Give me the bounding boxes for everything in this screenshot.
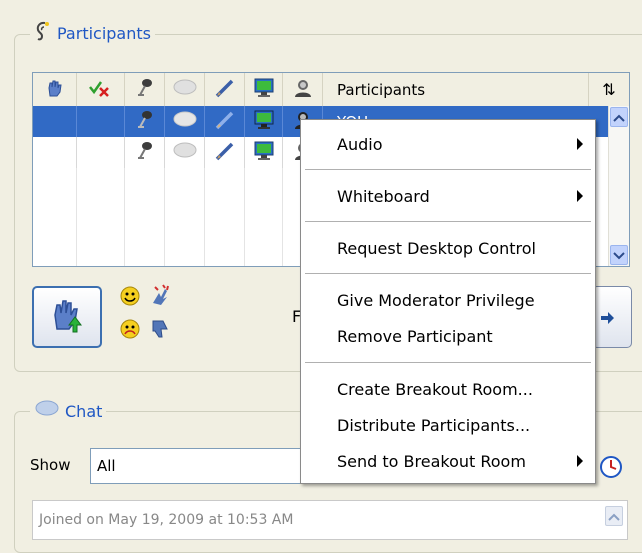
chevron-up-icon: [608, 507, 620, 525]
column-divider: [204, 168, 205, 266]
chat-log[interactable]: Joined on May 19, 2009 at 10:53 AM: [32, 500, 628, 540]
whiteboard-cell[interactable]: [205, 137, 245, 168]
grid-header: Participants ⇅: [33, 73, 629, 107]
menu-item-create-breakout-room[interactable]: Create Breakout Room...: [337, 380, 533, 399]
speech-bubble-icon: [34, 400, 60, 422]
monitor-icon: [253, 109, 275, 135]
raise-hand-icon: [47, 295, 87, 339]
participants-icon: [34, 20, 52, 46]
audio-cell[interactable]: [125, 106, 165, 137]
chat-title: Chat: [65, 401, 103, 421]
raise-hand-button[interactable]: [32, 286, 102, 348]
speech-bubble-icon: [172, 79, 198, 101]
submenu-arrow-icon: [577, 138, 583, 150]
hand-cell: [33, 106, 77, 137]
chat-cell[interactable]: [165, 137, 205, 168]
user-icon: [292, 77, 314, 103]
microphone-icon: [134, 140, 156, 166]
menu-item-whiteboard[interactable]: Whiteboard: [337, 187, 430, 206]
grid-scrollbar[interactable]: [608, 106, 629, 266]
checkmark-x-icon: [88, 78, 114, 102]
show-filter-select[interactable]: All: [90, 448, 302, 484]
monitor-icon: [253, 77, 275, 103]
menu-item-remove-participant[interactable]: Remove Participant: [337, 327, 493, 346]
next-button[interactable]: [592, 286, 632, 348]
microphone-icon: [134, 109, 156, 135]
column-divider: [244, 168, 245, 266]
speech-bubble-icon: [172, 111, 198, 133]
participants-legend: Participants: [30, 20, 155, 46]
happy-face-icon[interactable]: [119, 285, 141, 311]
menu-separator: [305, 221, 591, 222]
pencil-icon: [214, 140, 236, 166]
menu-item-send-to-breakout-room[interactable]: Send to Breakout Room: [337, 452, 526, 471]
sad-face-icon[interactable]: [119, 318, 141, 344]
audio-header[interactable]: [125, 73, 165, 106]
menu-item-audio[interactable]: Audio: [337, 135, 382, 154]
chat-legend: Chat: [30, 400, 107, 422]
whiteboard-cell[interactable]: [205, 106, 245, 137]
submenu-arrow-icon: [577, 455, 583, 467]
chat-cell[interactable]: [165, 106, 205, 137]
history-clock-icon[interactable]: [599, 455, 623, 483]
arrow-right-icon: [599, 310, 615, 330]
pencil-icon: [214, 77, 236, 103]
desktop-cell[interactable]: [245, 106, 283, 137]
participants-title: Participants: [57, 23, 151, 43]
status-cell: [77, 106, 125, 137]
pencil-icon: [214, 109, 236, 135]
status-header[interactable]: [77, 73, 125, 106]
video-header[interactable]: [283, 73, 323, 106]
menu-separator: [305, 362, 591, 363]
participant-context-menu: Audio Whiteboard Request Desktop Control…: [300, 119, 596, 484]
submenu-arrow-icon: [577, 190, 583, 202]
sort-button[interactable]: ⇅: [589, 73, 629, 106]
menu-separator: [305, 169, 591, 170]
chevron-down-icon: [613, 246, 625, 264]
column-divider: [164, 168, 165, 266]
thumbs-down-icon[interactable]: [149, 317, 171, 345]
scroll-up-button[interactable]: [610, 107, 628, 127]
column-divider: [282, 168, 283, 266]
show-filter-value: All: [97, 457, 116, 475]
desktop-header[interactable]: [245, 73, 283, 106]
menu-item-request-desktop-control[interactable]: Request Desktop Control: [337, 239, 536, 258]
column-divider: [124, 168, 125, 266]
menu-item-give-moderator-privilege[interactable]: Give Moderator Privilege: [337, 291, 535, 310]
desktop-cell[interactable]: [245, 137, 283, 168]
speech-bubble-icon: [172, 142, 198, 164]
monitor-icon: [253, 140, 275, 166]
raise-hand-header[interactable]: [33, 73, 77, 106]
show-label: Show: [30, 456, 71, 474]
menu-separator: [305, 273, 591, 274]
raise-hand-icon: [45, 78, 65, 102]
chevron-up-icon: [613, 108, 625, 126]
scroll-down-button[interactable]: [610, 245, 628, 265]
column-divider: [76, 168, 77, 266]
sort-arrows-icon: ⇅: [602, 80, 616, 99]
chat-scroll-up-button[interactable]: [605, 506, 623, 526]
participants-column-label: Participants: [337, 80, 426, 99]
status-cell: [77, 137, 125, 168]
whiteboard-header[interactable]: [205, 73, 245, 106]
chat-header[interactable]: [165, 73, 205, 106]
audio-cell[interactable]: [125, 137, 165, 168]
microphone-icon: [134, 77, 156, 103]
participants-column-header[interactable]: Participants: [323, 73, 589, 106]
chat-log-message: Joined on May 19, 2009 at 10:53 AM: [39, 512, 294, 528]
menu-item-distribute-participants[interactable]: Distribute Participants...: [337, 416, 530, 435]
hand-cell: [33, 137, 77, 168]
applause-icon[interactable]: [149, 283, 171, 311]
